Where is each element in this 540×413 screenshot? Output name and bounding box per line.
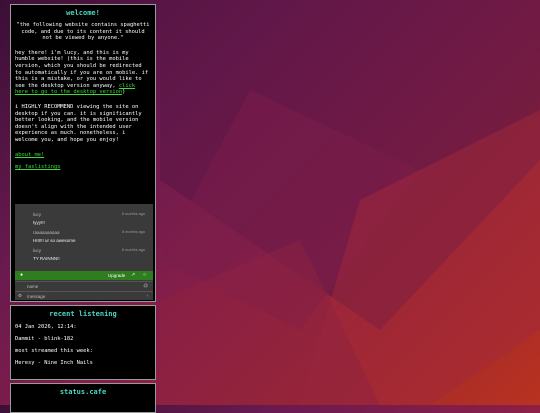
message-input[interactable]: message: [27, 294, 45, 299]
most-streamed-track: Heresy - Nine Inch Nails: [15, 360, 93, 366]
faslistings-link[interactable]: my faslistings: [11, 164, 155, 171]
about-me-link[interactable]: about me!: [11, 152, 155, 159]
chat-name-row: name @: [15, 281, 153, 291]
chat-time: 8 months ago: [121, 212, 145, 216]
listening-title: recent listening: [49, 310, 117, 318]
user-icon[interactable]: ●: [20, 272, 23, 278]
tag-icon[interactable]: @: [143, 283, 148, 288]
intro-paragraph: hey there! i'm lucy, and this is my humb…: [11, 50, 155, 96]
chat-text: TY RAINNN!!: [33, 256, 60, 261]
chat-widget: lucy 8 months ago tyyy!!! raaaaaaaaaa 8 …: [15, 204, 153, 300]
name-input[interactable]: name: [27, 284, 38, 289]
intro-end: ): [122, 89, 126, 96]
chat-time: 8 months ago: [121, 230, 145, 234]
chat-author: raaaaaaaaaa: [33, 230, 60, 235]
chat-author: lucy: [33, 248, 42, 253]
settings-icon[interactable]: ○: [143, 272, 146, 278]
gear-icon[interactable]: ⚙: [18, 293, 22, 299]
chat-message-row: ⚙ message ›: [15, 291, 153, 301]
chat-time: 8 months ago: [121, 248, 145, 252]
chat-message: lucy 8 months ago TY RAINNN!!: [33, 248, 149, 261]
external-link-icon[interactable]: ↗: [131, 272, 135, 278]
upgrade-button[interactable]: Upgrade: [108, 273, 125, 278]
chat-message: raaaaaaaaaa 8 months ago HIII!!! ur so a…: [33, 230, 149, 243]
chat-toolbar: ● Upgrade ↗ ○: [15, 271, 153, 280]
chat-message: lucy 8 months ago tyyy!!!: [33, 212, 149, 225]
welcome-title: welcome!: [66, 9, 100, 17]
listening-track: Dammit - blink-182: [15, 336, 74, 342]
most-streamed-label: most streamed this week:: [15, 348, 93, 354]
listening-timestamp: 04 Jan 2026, 12:14:: [15, 324, 77, 330]
send-icon[interactable]: ›: [147, 293, 149, 298]
status-panel: status.cafe: [10, 383, 156, 413]
chat-text: tyyy!!!: [33, 220, 45, 225]
chat-text: HIII!!! ur so awesome: [33, 238, 76, 243]
chat-author: lucy: [33, 212, 42, 217]
status-title: status.cafe: [59, 388, 107, 396]
recommend-paragraph: i HIGHLY RECOMMEND viewing the site on d…: [15, 103, 142, 143]
welcome-panel: welcome! "the following website contains…: [10, 4, 156, 302]
listening-panel: recent listening 04 Jan 2026, 12:14: Dam…: [10, 305, 156, 380]
welcome-quote: "the following website contains spaghett…: [16, 22, 150, 42]
